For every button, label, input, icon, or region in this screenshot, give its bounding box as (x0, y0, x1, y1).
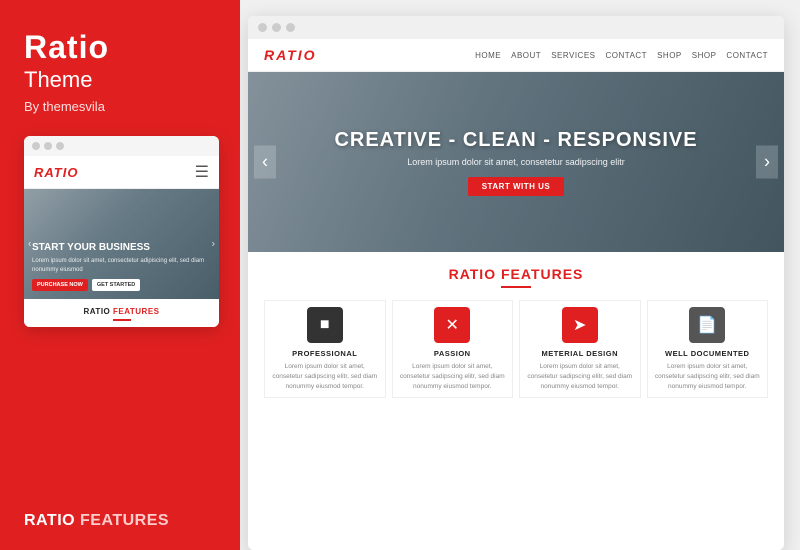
hero-cta-button[interactable]: START WITH US (468, 177, 565, 196)
nav-contact[interactable]: CONTACT (606, 51, 648, 60)
material-icon: ➤ (562, 307, 598, 343)
features-underline (501, 286, 531, 288)
nav-shop[interactable]: SHOP (657, 51, 682, 60)
mobile-features-title: RATIO FEATURES (32, 307, 211, 316)
feature-well-documented: 📄 WELL DOCUMENTED Lorem ipsum dolor sit … (647, 300, 769, 398)
mobile-features-section: RATIO FEATURES (24, 299, 219, 327)
mobile-get-started-button[interactable]: GET STARTED (92, 279, 140, 291)
feature-material-design: ➤ METERIAL DESIGN Lorem ipsum dolor sit … (519, 300, 641, 398)
mobile-topbar (24, 136, 219, 156)
nav-about[interactable]: ABOUT (511, 51, 541, 60)
left-features-colored: FEATURES (80, 512, 169, 529)
dot-2 (44, 142, 52, 150)
passion-desc: Lorem ipsum dolor sit amet, consetetur s… (397, 362, 509, 391)
mobile-prev-arrow[interactable]: ‹ (28, 239, 31, 250)
documented-title: WELL DOCUMENTED (652, 349, 764, 358)
desktop-browser: RATIO HOME ABOUT SERVICES CONTACT SHOP S… (248, 16, 784, 550)
mobile-nav: RATIO ☰ (24, 156, 219, 189)
feature-passion: ✕ PASSION Lorem ipsum dolor sit amet, co… (392, 300, 514, 398)
hero-title: CREATIVE - CLEAN - RESPONSIVE (334, 129, 697, 152)
browser-topbar (248, 16, 784, 39)
mobile-hero-text: Lorem ipsum dolor sit amet, consectetur … (32, 257, 211, 274)
features-title-normal: RATIO (449, 266, 497, 282)
material-desc: Lorem ipsum dolor sit amet, consetetur s… (524, 362, 636, 391)
documented-desc: Lorem ipsum dolor sit amet, consetetur s… (652, 362, 764, 391)
hero-subtitle: Lorem ipsum dolor sit amet, consetetur s… (334, 157, 697, 167)
hamburger-icon[interactable]: ☰ (195, 162, 209, 182)
hero-content: CREATIVE - CLEAN - RESPONSIVE Lorem ipsu… (334, 129, 697, 196)
features-section-title: RATIO FEATURES (264, 266, 768, 282)
nav-links: HOME ABOUT SERVICES CONTACT SHOP SHOP CO… (475, 51, 768, 60)
nav-contact2[interactable]: CONTACT (726, 51, 768, 60)
theme-author: By themesvila (24, 99, 216, 114)
left-panel: Ratio Theme By themesvila RATIO ☰ ‹ STAR… (0, 0, 240, 550)
mobile-hero-title: START YOUR BUSINESS (32, 241, 211, 254)
hero-next-arrow[interactable]: › (756, 146, 778, 179)
nav-shop2[interactable]: SHOP (692, 51, 717, 60)
right-panel: RATIO HOME ABOUT SERVICES CONTACT SHOP S… (240, 0, 800, 550)
mobile-purchase-button[interactable]: PURCHASE NOW (32, 279, 88, 291)
left-bottom-features: RATIO FEATURES (24, 502, 216, 530)
mobile-features-divider (113, 319, 131, 321)
professional-desc: Lorem ipsum dolor sit amet, consetetur s… (269, 362, 381, 391)
features-title-colored: FEATURES (501, 266, 583, 282)
mobile-hero: ‹ START YOUR BUSINESS Lorem ipsum dolor … (24, 189, 219, 299)
mobile-preview: RATIO ☰ ‹ START YOUR BUSINESS Lorem ipsu… (24, 136, 219, 327)
mobile-buttons: PURCHASE NOW GET STARTED (32, 279, 211, 291)
site-logo: RATIO (264, 47, 317, 63)
mobile-next-arrow[interactable]: › (212, 239, 215, 250)
material-title: METERIAL DESIGN (524, 349, 636, 358)
passion-title: PASSION (397, 349, 509, 358)
site-navbar: RATIO HOME ABOUT SERVICES CONTACT SHOP S… (248, 39, 784, 72)
theme-title: Ratio (24, 30, 216, 65)
nav-home[interactable]: HOME (475, 51, 501, 60)
browser-dot-3 (286, 23, 295, 32)
site-hero: ‹ CREATIVE - CLEAN - RESPONSIVE Lorem ip… (248, 72, 784, 252)
site-features: RATIO FEATURES ■ PROFESSIONAL Lorem ipsu… (248, 252, 784, 550)
mobile-features-colored: FEATURES (113, 307, 160, 316)
features-grid: ■ PROFESSIONAL Lorem ipsum dolor sit ame… (264, 300, 768, 398)
passion-icon: ✕ (434, 307, 470, 343)
mobile-logo: RATIO (34, 165, 78, 180)
feature-professional: ■ PROFESSIONAL Lorem ipsum dolor sit ame… (264, 300, 386, 398)
browser-dot-1 (258, 23, 267, 32)
professional-title: PROFESSIONAL (269, 349, 381, 358)
documented-icon: 📄 (689, 307, 725, 343)
dot-3 (56, 142, 64, 150)
mobile-hero-content: START YOUR BUSINESS Lorem ipsum dolor si… (32, 241, 211, 291)
theme-subtitle: Theme (24, 67, 216, 93)
professional-icon: ■ (307, 307, 343, 343)
hero-prev-arrow[interactable]: ‹ (254, 146, 276, 179)
left-features-heading: RATIO FEATURES (24, 512, 216, 530)
dot-1 (32, 142, 40, 150)
browser-dot-2 (272, 23, 281, 32)
nav-services[interactable]: SERVICES (551, 51, 595, 60)
